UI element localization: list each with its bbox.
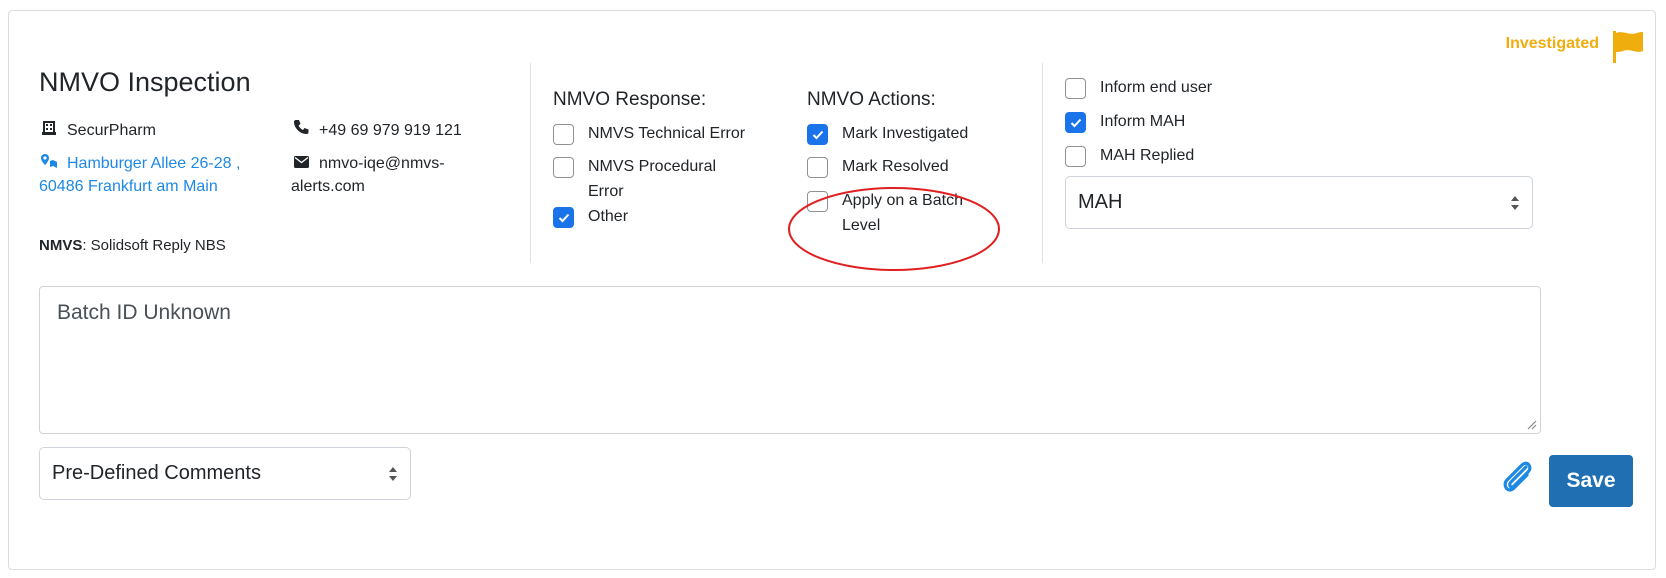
- email-row: nmvo-iqe@nmvs-alerts.com: [291, 152, 501, 198]
- checkbox[interactable]: [1065, 78, 1086, 99]
- flag-icon: [1613, 31, 1643, 63]
- paperclip-icon[interactable]: [1499, 459, 1535, 499]
- checkbox-label: NMVS Technical Error: [588, 125, 746, 142]
- organization-row: SecurPharm: [39, 119, 156, 142]
- comment-textarea[interactable]: Batch ID Unknown: [39, 286, 1541, 434]
- recipient-select[interactable]: MAH: [1065, 176, 1533, 229]
- map-marker-icon: [39, 152, 59, 175]
- check-icon: [558, 213, 569, 222]
- sort-arrows-icon: [1511, 195, 1519, 210]
- address-row[interactable]: Hamburger Allee 26-28 , 60486 Frankfurt …: [39, 152, 259, 198]
- checkbox[interactable]: [1065, 112, 1086, 133]
- phone-row: +49 69 979 919 121: [291, 119, 462, 142]
- response-option-technical[interactable]: NMVS Technical Error: [553, 121, 783, 146]
- checkbox-label: NMVS Procedural Error: [588, 158, 717, 200]
- column-divider: [530, 63, 531, 263]
- notify-mah[interactable]: Inform MAH: [1065, 109, 1185, 134]
- phone-number: +49 69 979 919 121: [319, 122, 462, 139]
- notify-mah-replied[interactable]: MAH Replied: [1065, 143, 1194, 168]
- response-option-other[interactable]: Other: [553, 204, 628, 229]
- organization-name: SecurPharm: [67, 122, 156, 139]
- nmvs-row: NMVS: Solidsoft Reply NBS: [39, 234, 226, 257]
- checkbox-label: Mark Resolved: [842, 158, 949, 175]
- checkbox-label: Mark Investigated: [842, 125, 969, 142]
- save-button[interactable]: Save: [1549, 455, 1633, 507]
- nmvs-value: : Solidsoft Reply NBS: [82, 237, 226, 254]
- check-icon: [1070, 118, 1081, 127]
- action-mark-resolved[interactable]: Mark Resolved: [807, 154, 949, 179]
- checkbox[interactable]: [553, 124, 574, 145]
- checkbox[interactable]: [553, 207, 574, 228]
- predefined-comments-select[interactable]: Pre-Defined Comments: [39, 447, 411, 500]
- annotation-circle: [788, 187, 1000, 271]
- checkbox-label: Other: [588, 208, 629, 225]
- column-divider: [1042, 63, 1043, 263]
- building-icon: [39, 119, 59, 142]
- checkbox-label: Inform end user: [1100, 79, 1213, 96]
- checkbox[interactable]: [807, 124, 828, 145]
- checkbox[interactable]: [807, 157, 828, 178]
- response-option-procedural[interactable]: NMVS Procedural Error: [553, 154, 733, 204]
- status-label: Investigated: [1505, 35, 1599, 52]
- checkbox-label: Inform MAH: [1100, 113, 1186, 130]
- recipient-select-value: MAH: [1078, 191, 1123, 213]
- email-address: nmvo-iqe@nmvs-alerts.com: [291, 155, 445, 196]
- notify-end-user[interactable]: Inform end user: [1065, 75, 1212, 100]
- actions-title: NMVO Actions:: [807, 89, 936, 110]
- response-title: NMVO Response:: [553, 89, 707, 110]
- page-title: NMVO Inspection: [39, 67, 251, 97]
- envelope-icon: [291, 152, 311, 175]
- resize-grip-icon[interactable]: [1525, 418, 1537, 430]
- nmvs-label: NMVS: [39, 237, 83, 254]
- address-link[interactable]: Hamburger Allee 26-28 , 60486 Frankfurt …: [39, 155, 240, 195]
- check-icon: [812, 130, 823, 139]
- sort-arrows-icon: [389, 466, 397, 481]
- comment-text: Batch ID Unknown: [57, 301, 231, 324]
- checkbox[interactable]: [1065, 146, 1086, 167]
- inspection-card: Investigated NMVO Inspection SecurPharm …: [8, 10, 1656, 570]
- predefined-comments-value: Pre-Defined Comments: [52, 462, 261, 484]
- phone-icon: [291, 119, 311, 142]
- checkbox[interactable]: [553, 157, 574, 178]
- checkbox-label: MAH Replied: [1100, 147, 1195, 164]
- action-mark-investigated[interactable]: Mark Investigated: [807, 121, 968, 146]
